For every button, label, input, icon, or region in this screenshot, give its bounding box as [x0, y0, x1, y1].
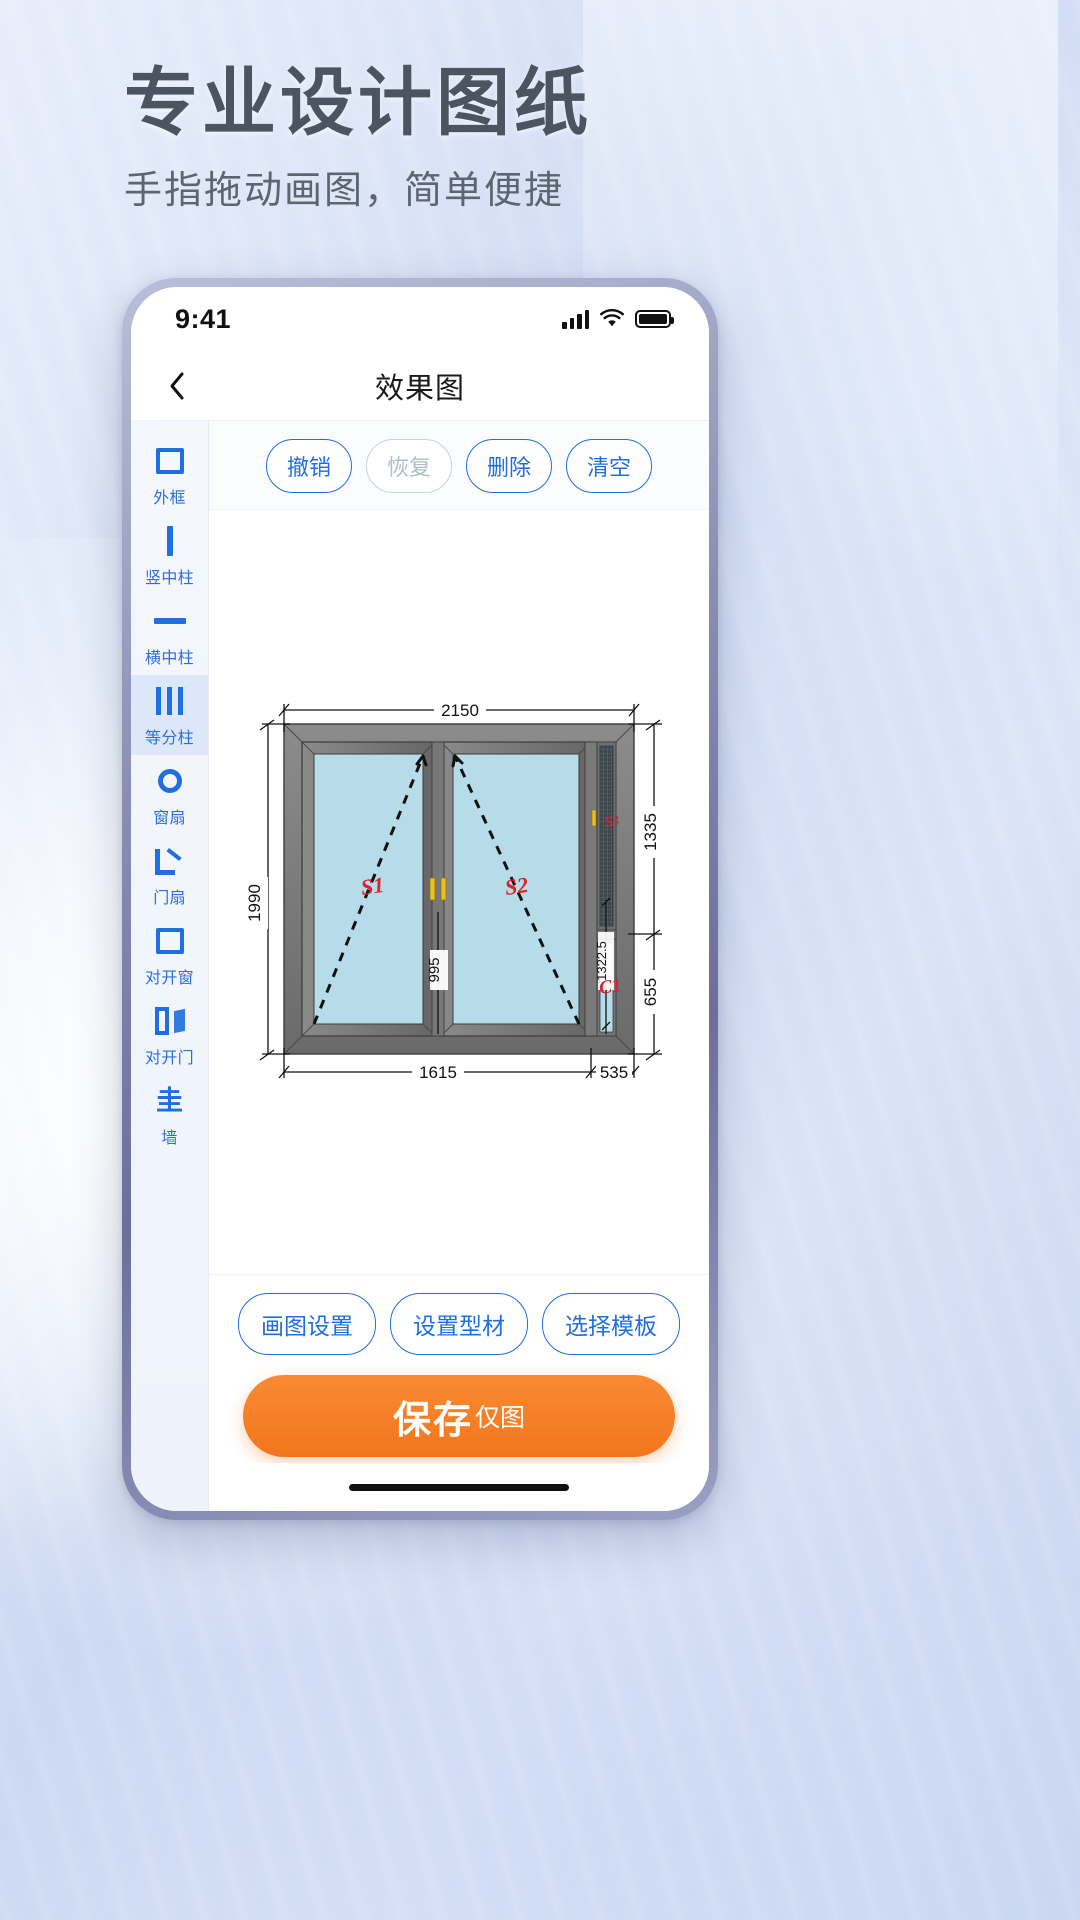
window-technical-drawing[interactable]: S3 2150 1990 1335 655 1615 535 995 1322.…	[244, 682, 674, 1102]
sidebar-item-wall[interactable]: 圭 墙	[131, 1075, 208, 1155]
dim-inner-right: 1322.5	[594, 941, 609, 981]
drawing-settings-button[interactable]: 画图设置	[238, 1293, 376, 1355]
bottom-toolbar: 画图设置 设置型材 选择模板	[209, 1275, 709, 1365]
sidebar-item-door-sash[interactable]: 门扇	[131, 835, 208, 915]
door-sash-icon	[150, 844, 190, 878]
tool-sidebar[interactable]: 外框 竖中柱 横中柱 等分柱 窗扇 门扇 对开窗 对开门 圭 墙	[131, 421, 209, 1511]
sidebar-item-label: 门扇	[153, 890, 186, 907]
status-time: 9:41	[175, 303, 232, 334]
vertical-mullion-icon	[150, 524, 190, 558]
action-toolbar: 撤销 恢复 删除 清空	[209, 421, 709, 509]
sidebar-item-double-door[interactable]: 对开门	[131, 995, 208, 1075]
sidebar-item-label: 竖中柱	[145, 570, 194, 587]
svg-text:S3: S3	[603, 813, 620, 831]
back-button[interactable]	[157, 366, 197, 406]
dim-bottom-right: 535	[600, 1063, 628, 1082]
home-indicator-area	[209, 1463, 709, 1511]
home-indicator[interactable]	[349, 1483, 569, 1491]
promo-title: 专业设计图纸	[124, 61, 592, 144]
cellular-signal-icon	[562, 309, 589, 329]
save-area: 保存 仅图	[209, 1365, 709, 1463]
double-door-icon	[150, 1004, 190, 1038]
dim-left-height: 1990	[245, 884, 264, 922]
sash-label-s2: S2	[503, 872, 530, 900]
double-window-icon	[150, 924, 190, 958]
save-button-sublabel: 仅图	[475, 1404, 526, 1432]
sidebar-item-label: 等分柱	[145, 730, 194, 747]
sash-label-c1: C1	[598, 975, 623, 999]
wifi-icon	[600, 309, 624, 327]
profile-settings-button[interactable]: 设置型材	[390, 1293, 528, 1355]
redo-button[interactable]: 恢复	[365, 439, 452, 493]
sidebar-item-vertical-mullion[interactable]: 竖中柱	[131, 515, 208, 595]
sidebar-item-window-sash[interactable]: 窗扇	[131, 755, 208, 835]
sidebar-item-label: 墙	[161, 1130, 178, 1147]
sidebar-item-label: 对开门	[145, 1050, 194, 1067]
dim-bottom-left: 1615	[419, 1063, 457, 1082]
promo-subtitle: 手指拖动画图，简单便捷	[124, 169, 565, 212]
select-template-button[interactable]: 选择模板	[542, 1293, 680, 1355]
equal-division-mullion-icon	[150, 684, 190, 718]
sidebar-item-label: 对开窗	[145, 970, 194, 987]
sidebar-item-outer-frame[interactable]: 外框	[131, 435, 208, 515]
dim-inner-left: 995	[426, 957, 443, 982]
dim-top-width: 2150	[441, 701, 479, 720]
battery-icon	[635, 310, 674, 328]
delete-button[interactable]: 删除	[466, 439, 553, 493]
dim-right-lower: 655	[641, 978, 660, 1006]
dim-right-upper: 1335	[641, 813, 660, 851]
status-bar: 9:41	[131, 287, 709, 351]
horizontal-mullion-icon	[150, 604, 190, 638]
undo-button[interactable]: 撤销	[265, 439, 352, 493]
sidebar-item-double-window[interactable]: 对开窗	[131, 915, 208, 995]
page-title: 效果图	[374, 372, 465, 405]
sidebar-item-label: 窗扇	[153, 810, 186, 827]
save-button-label: 保存	[392, 1399, 473, 1442]
sidebar-item-label: 横中柱	[145, 650, 194, 667]
sash-label-s1: S1	[359, 872, 386, 900]
drawing-canvas[interactable]: S3 2150 1990 1335 655 1615 535 995 1322.…	[209, 509, 709, 1275]
window-drawing-svg: S3 2150 1990 1335 655 1615 535 995 1322.…	[245, 700, 666, 1082]
clear-button[interactable]: 清空	[566, 439, 653, 493]
app-body: 外框 竖中柱 横中柱 等分柱 窗扇 门扇 对开窗 对开门 圭 墙 撤销 恢复 删…	[131, 421, 709, 1511]
sidebar-item-horizontal-mullion[interactable]: 横中柱	[131, 595, 208, 675]
window-sash-icon	[150, 764, 190, 798]
status-icons	[562, 309, 674, 329]
wall-icon: 圭	[156, 1086, 183, 1116]
sidebar-item-equal-division-mullion[interactable]: 等分柱	[131, 675, 208, 755]
chevron-left-icon	[170, 372, 184, 399]
save-button[interactable]: 保存 仅图	[243, 1375, 675, 1457]
outer-frame-icon	[150, 444, 190, 478]
navigation-bar: 效果图	[131, 351, 709, 421]
phone-screen: 9:41 效果图 外框 竖中柱 横中柱 等分柱 窗扇 门扇 对开窗 对开门 圭 …	[131, 287, 709, 1511]
phone-mockup: 9:41 效果图 外框 竖中柱 横中柱 等分柱 窗扇 门扇 对开窗 对开门 圭 …	[122, 278, 718, 1520]
editor-content: 撤销 恢复 删除 清空 S3 2150 1990 1335 655 1615 5…	[209, 421, 709, 1511]
sidebar-item-label: 外框	[153, 490, 186, 507]
promo-header: 专业设计图纸 手指拖动画图，简单便捷	[124, 61, 592, 214]
